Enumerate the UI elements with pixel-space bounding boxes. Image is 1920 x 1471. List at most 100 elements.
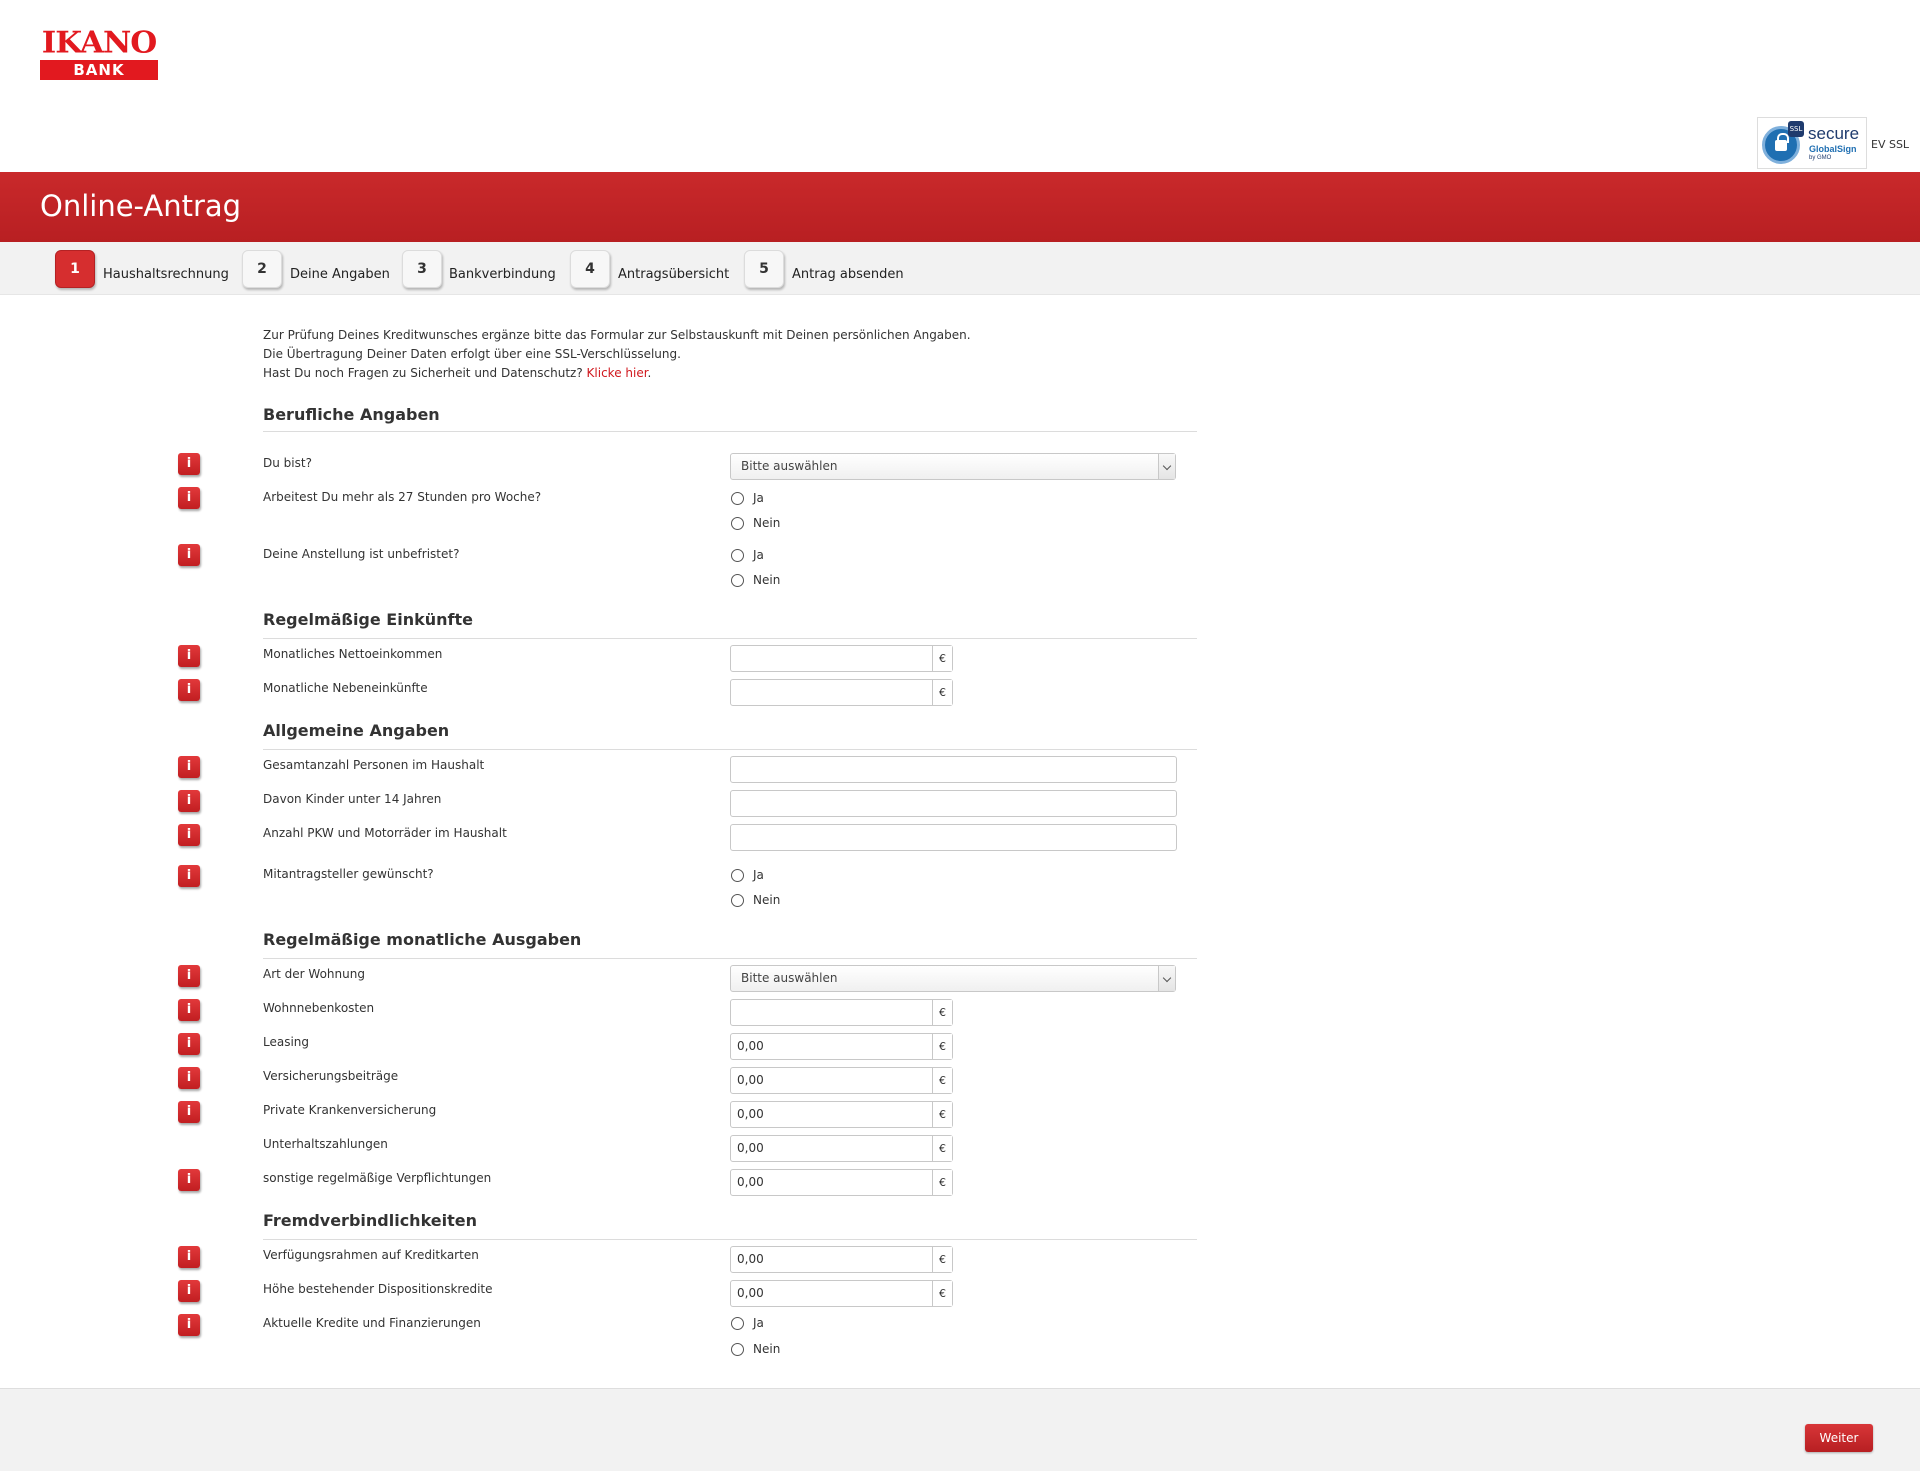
intro-period: . [647, 366, 652, 380]
label-nebeneinkuenfte: Monatliche Nebeneinkünfte [263, 681, 428, 695]
label-versicherung: Versicherungsbeiträge [263, 1069, 399, 1083]
info-icon[interactable]: i [178, 1246, 200, 1268]
input-personen[interactable] [730, 756, 1177, 783]
euro-icon: € [932, 680, 952, 705]
chevron-down-icon [1158, 454, 1175, 479]
radio-circle [731, 1343, 744, 1356]
title-banner: Online-Antrag [0, 172, 1920, 242]
step-label: Deine Angaben [290, 267, 390, 282]
ikano-bank-logo[interactable]: IKANO BANK [40, 28, 158, 80]
footer-bar: Weiter [0, 1388, 1920, 1471]
info-icon[interactable]: i [178, 679, 200, 701]
ev-ssl-label: EV SSL [1871, 138, 1910, 151]
label-personen: Gesamtanzahl Personen im Haushalt [263, 758, 485, 772]
euro-icon: € [932, 646, 952, 671]
info-icon[interactable]: i [178, 453, 200, 475]
info-icon[interactable]: i [178, 1067, 200, 1089]
label-wohnnebenkosten: Wohnnebenkosten [263, 1001, 375, 1015]
ssl-secure-text: secure [1808, 124, 1860, 143]
intro-text: Zur Prüfung Deines Kreditwunsches ergänz… [263, 326, 971, 383]
section-divider [263, 431, 1197, 432]
info-icon[interactable]: i [178, 790, 200, 812]
step-label: Antragsübersicht [618, 267, 730, 282]
step-number: 5 [744, 250, 784, 288]
label-stunden: Arbeitest Du mehr als 27 Stunden pro Woc… [263, 490, 542, 504]
privacy-link[interactable]: Klicke hier [587, 366, 648, 380]
chevron-down-icon [1158, 966, 1175, 991]
section-title-berufliche-angaben: Berufliche Angaben [263, 405, 440, 424]
step-label: Antrag absenden [792, 267, 904, 282]
section-divider [263, 749, 1197, 750]
logo-subline: BANK [40, 60, 158, 80]
section-title-einkuenfte: Regelmäßige Einkünfte [263, 610, 473, 629]
intro-line-3: Hast Du noch Fragen zu Sicherheit und Da… [263, 364, 971, 383]
info-icon[interactable]: i [178, 1101, 200, 1123]
info-icon[interactable]: i [178, 487, 200, 509]
euro-icon: € [932, 1068, 952, 1093]
info-icon[interactable]: i [178, 1280, 200, 1302]
step-number: 4 [570, 250, 610, 288]
radio-circle [731, 517, 744, 530]
euro-icon: € [932, 1247, 952, 1272]
label-leasing: Leasing [263, 1035, 310, 1049]
input-pkw[interactable] [730, 824, 1177, 851]
info-icon[interactable]: i [178, 1169, 200, 1191]
info-icon[interactable]: i [178, 965, 200, 987]
label-nettoeinkommen: Monatliches Nettoeinkommen [263, 647, 443, 661]
euro-icon: € [932, 1170, 952, 1195]
section-title-ausgaben: Regelmäßige monatliche Ausgaben [263, 930, 582, 949]
weiter-button[interactable]: Weiter [1805, 1424, 1873, 1452]
input-nebeneinkuenfte[interactable]: € [730, 679, 953, 706]
euro-icon: € [932, 1000, 952, 1025]
input-value: 0,00 [737, 1175, 764, 1189]
info-icon[interactable]: i [178, 1033, 200, 1055]
section-divider [263, 638, 1197, 639]
ssl-brand-text: GlobalSign [1809, 144, 1857, 154]
input-dispo[interactable]: 0,00 € [730, 1280, 953, 1307]
step-label: Bankverbindung [449, 267, 556, 282]
input-nettoeinkommen[interactable]: € [730, 645, 953, 672]
info-icon[interactable]: i [178, 756, 200, 778]
section-divider [263, 1239, 1197, 1240]
input-versicherung[interactable]: 0,00 € [730, 1067, 953, 1094]
select-du-bist[interactable]: Bitte auswählen [730, 453, 1176, 480]
label-du-bist: Du bist? [263, 456, 312, 470]
label-mitantragsteller: Mitantragsteller gewünscht? [263, 867, 434, 881]
input-wohnnebenkosten[interactable]: € [730, 999, 953, 1026]
input-unterhalt[interactable]: 0,00 € [730, 1135, 953, 1162]
radio-label: Ja [753, 491, 764, 505]
label-pkw: Anzahl PKW und Motorräder im Haushalt [263, 826, 507, 840]
input-leasing[interactable]: 0,00 € [730, 1033, 953, 1060]
section-divider [263, 958, 1197, 959]
input-kinder[interactable] [730, 790, 1177, 817]
logo-wordmark: IKANO [41, 25, 158, 61]
radio-label: Nein [753, 516, 781, 530]
info-icon[interactable]: i [178, 1314, 200, 1336]
select-wohnung[interactable]: Bitte auswählen [730, 965, 1176, 992]
radio-label: Ja [753, 868, 764, 882]
step-number: 3 [402, 250, 442, 288]
input-sonstige[interactable]: 0,00 € [730, 1169, 953, 1196]
input-kreditkarten[interactable]: 0,00 € [730, 1246, 953, 1273]
label-unterhalt: Unterhaltszahlungen [263, 1137, 388, 1151]
label-dispo: Höhe bestehender Dispositionskredite [263, 1282, 493, 1296]
radio-label: Ja [753, 1316, 764, 1330]
info-icon[interactable]: i [178, 865, 200, 887]
label-wohnung: Art der Wohnung [263, 967, 365, 981]
select-value: Bitte auswählen [741, 971, 838, 985]
progress-steps: 1 Haushaltsrechnung 2 Deine Angaben 3 Ba… [0, 242, 1920, 295]
info-icon[interactable]: i [178, 544, 200, 566]
step-label: Haushaltsrechnung [103, 267, 229, 282]
input-value: 0,00 [737, 1039, 764, 1053]
info-icon[interactable]: i [178, 645, 200, 667]
globalsign-ssl-badge[interactable]: SSL secure GlobalSign by GMO [1757, 117, 1867, 169]
info-icon[interactable]: i [178, 999, 200, 1021]
radio-circle [731, 574, 744, 587]
input-value: 0,00 [737, 1252, 764, 1266]
info-icon[interactable]: i [178, 824, 200, 846]
input-krankenversicherung[interactable]: 0,00 € [730, 1101, 953, 1128]
intro-question: Hast Du noch Fragen zu Sicherheit und Da… [263, 366, 583, 380]
euro-icon: € [932, 1102, 952, 1127]
euro-icon: € [932, 1281, 952, 1306]
radio-label: Nein [753, 573, 781, 587]
